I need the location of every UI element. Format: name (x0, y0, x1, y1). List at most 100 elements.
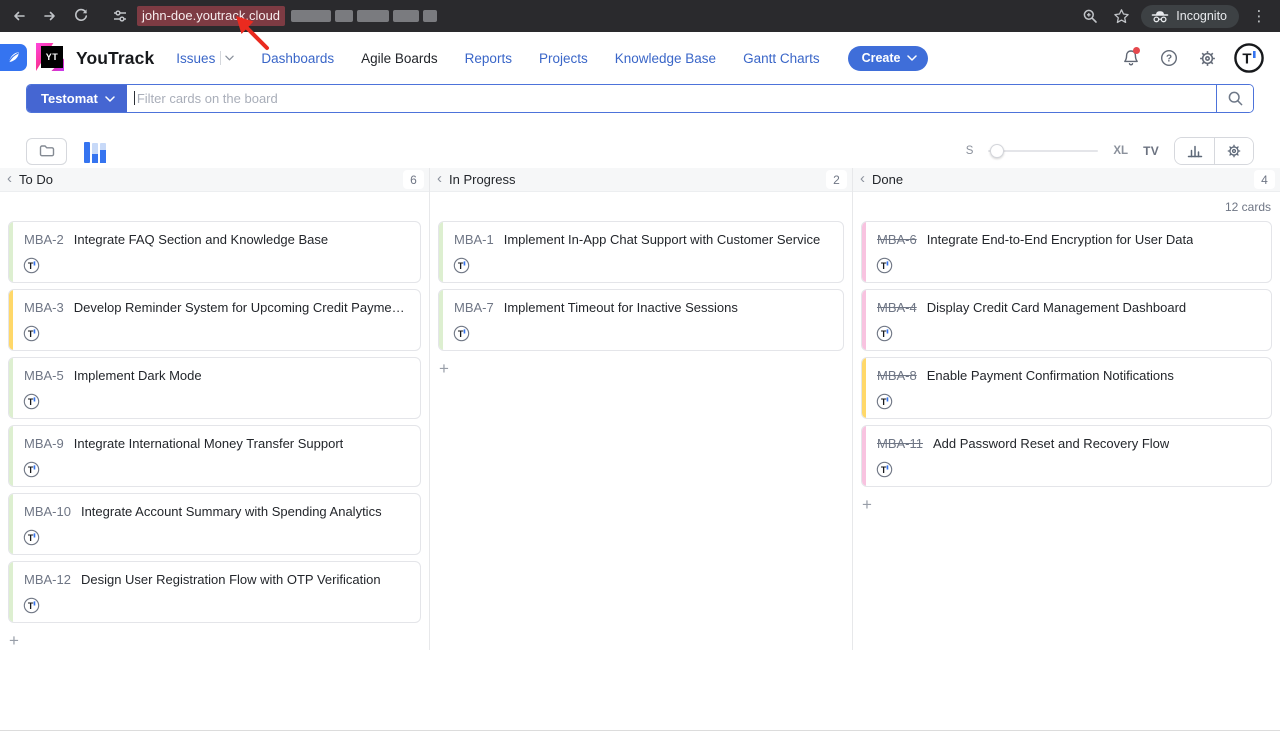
card-top-row: MBA-5 Implement Dark Mode (24, 368, 408, 383)
avatar-monogram-icon: T (23, 257, 40, 274)
assignee-avatar[interactable]: T (23, 325, 40, 342)
nav-item-gantt-charts[interactable]: Gantt Charts (743, 51, 820, 66)
assignee-avatar[interactable]: T (876, 325, 893, 342)
card-id[interactable]: MBA-8 (877, 368, 917, 383)
issue-card-mba-4[interactable]: MBA-4 Display Credit Card Management Das… (861, 289, 1272, 351)
svg-text:T: T (1242, 51, 1251, 68)
assignee-avatar[interactable]: T (23, 529, 40, 546)
assignee-avatar[interactable]: T (23, 597, 40, 614)
user-avatar[interactable]: T (1234, 43, 1264, 73)
extension-quill-button[interactable] (0, 44, 27, 71)
collapse-column-button[interactable]: ‹ (7, 171, 12, 186)
card-id[interactable]: MBA-1 (454, 232, 494, 247)
folder-icon (38, 142, 56, 160)
assignee-avatar[interactable]: T (23, 257, 40, 274)
nav-item-label: Knowledge Base (615, 51, 716, 66)
issue-card-mba-5[interactable]: MBA-5 Implement Dark Mode T (8, 357, 421, 419)
card-top-row: MBA-11 Add Password Reset and Recovery F… (877, 436, 1259, 451)
create-button[interactable]: Create (848, 46, 928, 71)
card-id[interactable]: MBA-3 (24, 300, 64, 315)
assignee-avatar[interactable]: T (876, 393, 893, 410)
card-size-max-label: XL (1113, 145, 1128, 157)
assignee-avatar[interactable]: T (23, 461, 40, 478)
card-priority-stripe (9, 426, 13, 486)
card-size-slider[interactable] (988, 144, 1098, 158)
zoom-page-button[interactable] (1079, 5, 1101, 27)
create-button-label: Create (862, 51, 901, 65)
burndown-chart-button[interactable] (1175, 138, 1214, 164)
card-id[interactable]: MBA-2 (24, 232, 64, 247)
chart-view-toggle[interactable] (84, 139, 112, 163)
browser-reload-button[interactable] (70, 5, 92, 27)
card-priority-stripe (862, 222, 866, 282)
nav-item-dropdown[interactable] (220, 51, 234, 65)
card-top-row: MBA-9 Integrate International Money Tran… (24, 436, 408, 451)
assignee-avatar[interactable]: T (876, 461, 893, 478)
card-id[interactable]: MBA-12 (24, 572, 71, 587)
issue-card-mba-1[interactable]: MBA-1 Implement In-App Chat Support with… (438, 221, 844, 283)
card-priority-stripe (439, 290, 443, 350)
assignee-avatar[interactable]: T (23, 393, 40, 410)
card-id[interactable]: MBA-4 (877, 300, 917, 315)
board-settings-button[interactable] (1214, 138, 1253, 164)
collapse-column-button[interactable]: ‹ (860, 171, 865, 186)
card-id[interactable]: MBA-5 (24, 368, 64, 383)
issue-card-mba-9[interactable]: MBA-9 Integrate International Money Tran… (8, 425, 421, 487)
filter-cards-input[interactable] (127, 85, 1216, 112)
slider-knob[interactable] (990, 144, 1004, 158)
nav-item-reports[interactable]: Reports (465, 51, 512, 66)
column-count-badge: 6 (403, 170, 424, 189)
card-top-row: MBA-10 Integrate Account Summary with Sp… (24, 504, 408, 519)
issue-card-mba-7[interactable]: MBA-7 Implement Timeout for Inactive Ses… (438, 289, 844, 351)
browser-forward-button[interactable] (39, 5, 61, 27)
card-id[interactable]: MBA-6 (877, 232, 917, 247)
card-list: MBA-1 Implement In-App Chat Support with… (430, 221, 852, 357)
nav-item-dashboards[interactable]: Dashboards (261, 51, 334, 66)
saved-boards-button[interactable] (26, 138, 67, 165)
forward-arrow-icon (42, 8, 58, 24)
quill-icon (6, 50, 21, 65)
add-card-button[interactable]: + (9, 632, 27, 650)
svg-text:T: T (458, 261, 464, 271)
issue-card-mba-12[interactable]: MBA-12 Design User Registration Flow wit… (8, 561, 421, 623)
card-top-row: MBA-8 Enable Payment Confirmation Notifi… (877, 368, 1259, 383)
nav-item-agile-boards[interactable]: Agile Boards (361, 51, 438, 66)
board-toolbar-right: S XL TV (966, 137, 1254, 165)
browser-menu-button[interactable]: ⋮ (1248, 5, 1270, 27)
add-card-button[interactable]: + (439, 360, 457, 378)
add-card-button[interactable]: + (862, 496, 880, 514)
issue-card-mba-2[interactable]: MBA-2 Integrate FAQ Section and Knowledg… (8, 221, 421, 283)
collapse-column-button[interactable]: ‹ (437, 171, 442, 186)
assignee-avatar[interactable]: T (453, 257, 470, 274)
board-selector-button[interactable]: Testomat (27, 85, 127, 112)
svg-text:T: T (28, 329, 34, 339)
card-id[interactable]: MBA-7 (454, 300, 494, 315)
bookmark-star-button[interactable] (1110, 5, 1132, 27)
avatar-monogram-icon: T (23, 529, 40, 546)
issue-card-mba-6[interactable]: MBA-6 Integrate End-to-End Encryption fo… (861, 221, 1272, 283)
issue-card-mba-3[interactable]: MBA-3 Develop Reminder System for Upcomi… (8, 289, 421, 351)
card-id[interactable]: MBA-11 (877, 436, 923, 451)
avatar-monogram-icon: T (876, 257, 893, 274)
settings-button[interactable] (1196, 47, 1218, 69)
slider-track[interactable] (988, 150, 1098, 152)
nav-item-projects[interactable]: Projects (539, 51, 588, 66)
nav-item-knowledge-base[interactable]: Knowledge Base (615, 51, 716, 66)
card-id[interactable]: MBA-9 (24, 436, 64, 451)
tv-mode-button[interactable]: TV (1143, 144, 1159, 158)
browser-back-button[interactable] (8, 5, 30, 27)
issue-card-mba-8[interactable]: MBA-8 Enable Payment Confirmation Notifi… (861, 357, 1272, 419)
search-button[interactable] (1216, 85, 1253, 112)
assignee-avatar[interactable]: T (876, 257, 893, 274)
nav-item-issues[interactable]: Issues (176, 51, 234, 66)
notifications-button[interactable] (1120, 47, 1142, 69)
help-button[interactable]: ? (1158, 47, 1180, 69)
card-id[interactable]: MBA-10 (24, 504, 71, 519)
column-subheader (0, 192, 429, 221)
issue-card-mba-10[interactable]: MBA-10 Integrate Account Summary with Sp… (8, 493, 421, 555)
page-bottom-divider (0, 730, 1280, 731)
site-settings-button[interactable] (109, 5, 131, 27)
assignee-avatar[interactable]: T (453, 325, 470, 342)
card-list: MBA-2 Integrate FAQ Section and Knowledg… (0, 221, 429, 629)
issue-card-mba-11[interactable]: MBA-11 Add Password Reset and Recovery F… (861, 425, 1272, 487)
